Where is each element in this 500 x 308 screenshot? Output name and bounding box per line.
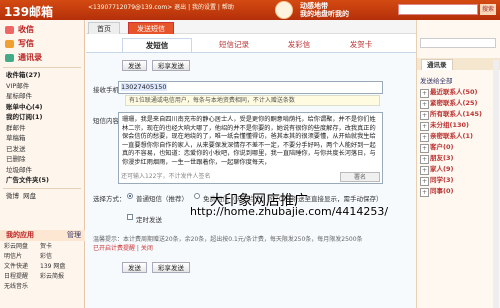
contacts-label: 通讯录 <box>18 53 42 62</box>
char-count: 还可输入122字，不计发件人签名 <box>121 173 211 180</box>
sidebar-item-sent[interactable]: 已发送 <box>0 144 84 155</box>
top-links[interactable]: 退出 | 我的设置 | 帮助 <box>174 4 234 11</box>
contacts-actions: 发送给全部 <box>420 75 453 85</box>
mascot-icon <box>275 1 293 19</box>
sidebar-item-bills[interactable]: 账单中心(4) <box>0 102 84 113</box>
watermark-line-2: http://home.zhubajie.com/4414253/ <box>190 205 389 218</box>
inbox-label: 收信 <box>18 25 34 34</box>
app-item[interactable]: 无线音乐 <box>4 282 40 292</box>
subtab-send-sms[interactable]: 发短信 <box>122 38 192 52</box>
logo: 139邮箱 <box>4 5 54 19</box>
group-close[interactable]: 紧密联系人(25) <box>420 98 500 109</box>
slogan-line-2: 我的地盘听我的 <box>300 10 349 18</box>
tab-address-book[interactable]: 通讯录 <box>421 59 453 70</box>
subtab-sms-history[interactable]: 短信记录 <box>204 38 264 52</box>
tips-note: 温馨提示：本计费周期赠送20条，余20条，超出按0.1元/条计费，每天限发250… <box>93 236 363 252</box>
app-item[interactable]: 文件快递 <box>4 262 40 272</box>
inbox-icon <box>5 26 14 34</box>
apps-title: 我的应用 管理 <box>0 230 85 241</box>
send-to-all-button[interactable]: 发送给全部 <box>420 77 453 85</box>
top-bar: 139邮箱 <13907712079@139.com> 退出 | 我的设置 | … <box>0 0 500 20</box>
slogan: 动感地带 我的地盘听我的 <box>300 2 349 18</box>
group-friends[interactable]: 朋友(3) <box>420 153 500 164</box>
contacts-tabs: 通讯录 <box>417 58 500 70</box>
app-item[interactable]: 139 网盘 <box>40 262 76 272</box>
sidebar-item-subscriptions[interactable]: 我的订阅(1) <box>0 112 84 123</box>
user-info: <13907712079@139.com> 退出 | 我的设置 | 帮助 <box>88 2 234 11</box>
app-item[interactable]: 彩云简报 <box>40 272 76 282</box>
compose-label: 写信 <box>18 39 34 48</box>
sidebar-item-ads[interactable]: 广告文件夹(5) <box>0 175 84 186</box>
contacts-panel: 通讯录 发送给全部 最近联系人(50) 紧密联系人(25) 所有联系人(145)… <box>416 20 500 308</box>
user-email: <13907712079@139.com> <box>88 4 173 11</box>
subtab-send-mms[interactable]: 发彩信 <box>274 38 324 52</box>
free-sms-radio[interactable] <box>194 193 200 199</box>
tab-send-sms[interactable]: 发送短信 <box>128 22 174 34</box>
color-send-button-bottom[interactable]: 彩享发送 <box>152 262 190 273</box>
slogan-line-1: 动感地带 <box>300 2 328 10</box>
contacts-icon <box>5 54 14 62</box>
sidebar-item-drafts[interactable]: 草稿箱 <box>0 133 84 144</box>
send-button[interactable]: 发送 <box>122 60 147 71</box>
group-colleagues[interactable]: 同事(0) <box>420 186 500 197</box>
divider <box>3 67 81 68</box>
sidebar-extra-links: 微博 网盘 <box>0 191 84 202</box>
app-item[interactable]: 明信片 <box>4 252 40 262</box>
contact-search-input[interactable] <box>420 38 496 48</box>
group-intimate[interactable]: 亲密联系人(1) <box>420 131 500 142</box>
inbox-button[interactable]: 收信 <box>0 23 84 37</box>
timed-send-label: 定时发送 <box>136 216 162 224</box>
top-search-input[interactable] <box>398 4 478 15</box>
sidebar-item-group-mail[interactable]: 群邮件 <box>0 123 84 134</box>
send-mode-label: 选择方式： <box>93 195 126 203</box>
billing-reminder-link[interactable]: 已开启计费提醒 <box>93 245 135 252</box>
subtab-send-card[interactable]: 发贺卡 <box>336 38 386 52</box>
app-item[interactable]: 彩云网盘 <box>4 242 40 252</box>
app-item[interactable]: 日程提醒 <box>4 272 40 282</box>
group-classmates[interactable]: 同学(3) <box>420 175 500 186</box>
weibo-link[interactable]: 微博 <box>6 192 19 200</box>
contact-groups: 最近联系人(50) 紧密联系人(25) 所有联系人(145) 未分组(130) … <box>420 87 500 197</box>
sidebar-item-starred[interactable]: 星标邮件 <box>0 91 84 102</box>
close-reminder-link[interactable]: 关闭 <box>141 245 153 252</box>
color-send-button[interactable]: 彩享发送 <box>152 60 190 71</box>
divider <box>3 187 81 189</box>
tips-text: 温馨提示：本计费周期赠送20条，余20条，超出按0.1元/条计费，每天限发250… <box>93 236 363 243</box>
sidebar-item-spam[interactable]: 垃圾邮件 <box>0 165 84 176</box>
app-item[interactable]: 彩信 <box>40 252 76 262</box>
sidebar-item-inbox[interactable]: 收件箱(27) <box>0 70 84 81</box>
sidebar-item-deleted[interactable]: 已删除 <box>0 154 84 165</box>
compose-button[interactable]: 写信 <box>0 37 84 51</box>
contacts-scrollbar[interactable] <box>493 60 499 308</box>
apps-list: 彩云网盘 贺卡 明信片 彩信 文件快递 139 网盘 日程提醒 彩云简报 无线音乐 <box>4 242 82 292</box>
group-ungrouped[interactable]: 未分组(130) <box>420 120 500 131</box>
group-all[interactable]: 所有联系人(145) <box>420 109 500 120</box>
group-recent[interactable]: 最近联系人(50) <box>420 87 500 98</box>
top-search-button[interactable]: 搜索 <box>480 4 496 15</box>
group-family[interactable]: 家人(9) <box>420 164 500 175</box>
contacts-button[interactable]: 通讯录 <box>0 51 84 65</box>
apps-title-label: 我的应用 <box>6 231 34 239</box>
signature-button[interactable]: 署名 <box>340 172 380 182</box>
normal-sms-label: 普通短信（推荐） <box>136 195 188 203</box>
compose-icon <box>5 40 14 48</box>
sms-subtabs: 发短信 短信记录 发彩信 发贺卡 <box>86 36 416 52</box>
send-button-bottom[interactable]: 发送 <box>122 262 147 273</box>
recipient-value: 13027405150 <box>121 83 167 91</box>
tab-home[interactable]: 首页 <box>88 22 120 34</box>
recipient-input[interactable]: 13027405150 <box>118 81 383 94</box>
timed-send-checkbox[interactable] <box>127 214 133 220</box>
app-item[interactable]: 贺卡 <box>40 242 76 252</box>
sidebar-item-vip[interactable]: VIP邮件 <box>0 81 84 92</box>
group-clients[interactable]: 客户(0) <box>420 142 500 153</box>
apps-manage-link[interactable]: 管理 <box>67 230 81 241</box>
disk-link[interactable]: 网盘 <box>23 192 36 200</box>
normal-sms-radio[interactable] <box>127 193 133 199</box>
carrier-hint: 有1位联通或电信用户，每条与本地资费相同，不计入赠送条数 <box>125 95 380 106</box>
